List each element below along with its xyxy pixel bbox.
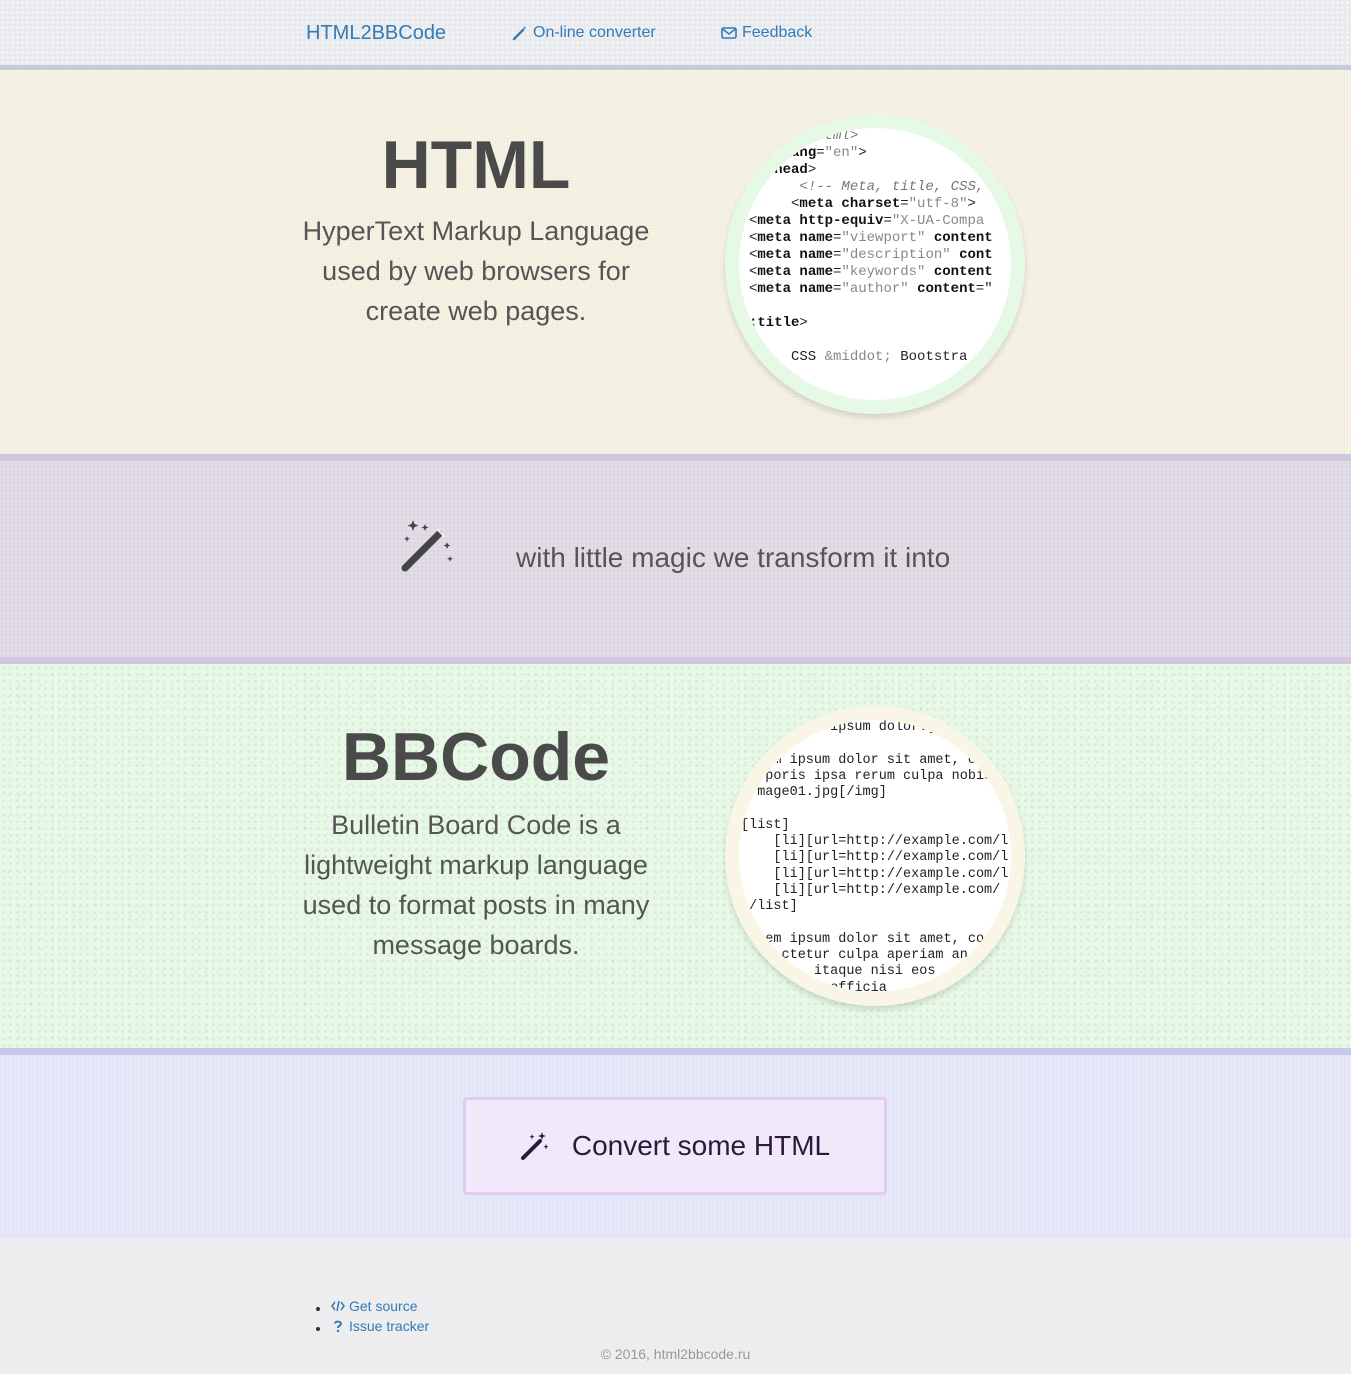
html-section: HTML HyperText Markup Language used by w… (0, 70, 1351, 454)
bbcode-title: BBCode (341, 719, 611, 795)
nav-feedback-label: Feedback (742, 24, 813, 41)
magic-wand-icon (401, 520, 453, 572)
code-icon (331, 1300, 345, 1312)
magic-wand-icon (512, 26, 527, 41)
convert-html-label: Convert some HTML (571, 1130, 831, 1161)
bbcode-code-preview: ipsum dolor.[ m ipsum dolor sit amet, c … (725, 706, 1025, 1006)
magic-text: with little magic we transform it into (516, 542, 951, 573)
footer-links: Get source Issue tracker (331, 1296, 429, 1336)
get-source-link[interactable]: Get source (331, 1296, 417, 1316)
get-source-label: Get source (349, 1298, 418, 1314)
convert-html-button[interactable]: Convert some HTML (463, 1097, 887, 1195)
nav-feedback-link[interactable]: Feedback (721, 24, 812, 42)
envelope-icon (721, 27, 737, 39)
magic-wand-icon (520, 1132, 549, 1160)
bbcode-description: Bulletin Board Code is a lightweight mar… (302, 810, 650, 960)
question-icon (334, 1320, 343, 1333)
magic-divider-bottom (0, 657, 1351, 664)
nav-converter-label: On-line converter (533, 24, 656, 41)
footer-link-item: Issue tracker (331, 1316, 429, 1336)
bbcode-section: BBCode Bulletin Board Code is a lightwei… (0, 664, 1351, 1048)
brand-link[interactable]: HTML2BBCode (306, 22, 446, 45)
bbcode-code-snippet: ipsum dolor.[ m ipsum dolor sit amet, c … (741, 720, 1009, 996)
issue-tracker-link[interactable]: Issue tracker (331, 1316, 429, 1336)
magic-divider-top (0, 454, 1351, 461)
cta-divider (0, 1048, 1351, 1055)
html-title: HTML (381, 127, 571, 203)
copyright: © 2016, html2bbcode.ru (600, 1346, 751, 1362)
html-code-preview: <! html> lang="en"> head> <!-- Meta, tit… (725, 114, 1025, 414)
footer-link-item: Get source (331, 1296, 429, 1316)
issue-tracker-label: Issue tracker (349, 1318, 430, 1334)
nav-converter-link[interactable]: On-line converter (512, 24, 656, 42)
html-description: HyperText Markup Language used by web br… (302, 216, 650, 326)
html-code-snippet: <! html> lang="en"> head> <!-- Meta, tit… (749, 128, 993, 365)
navbar (0, 0, 1351, 66)
